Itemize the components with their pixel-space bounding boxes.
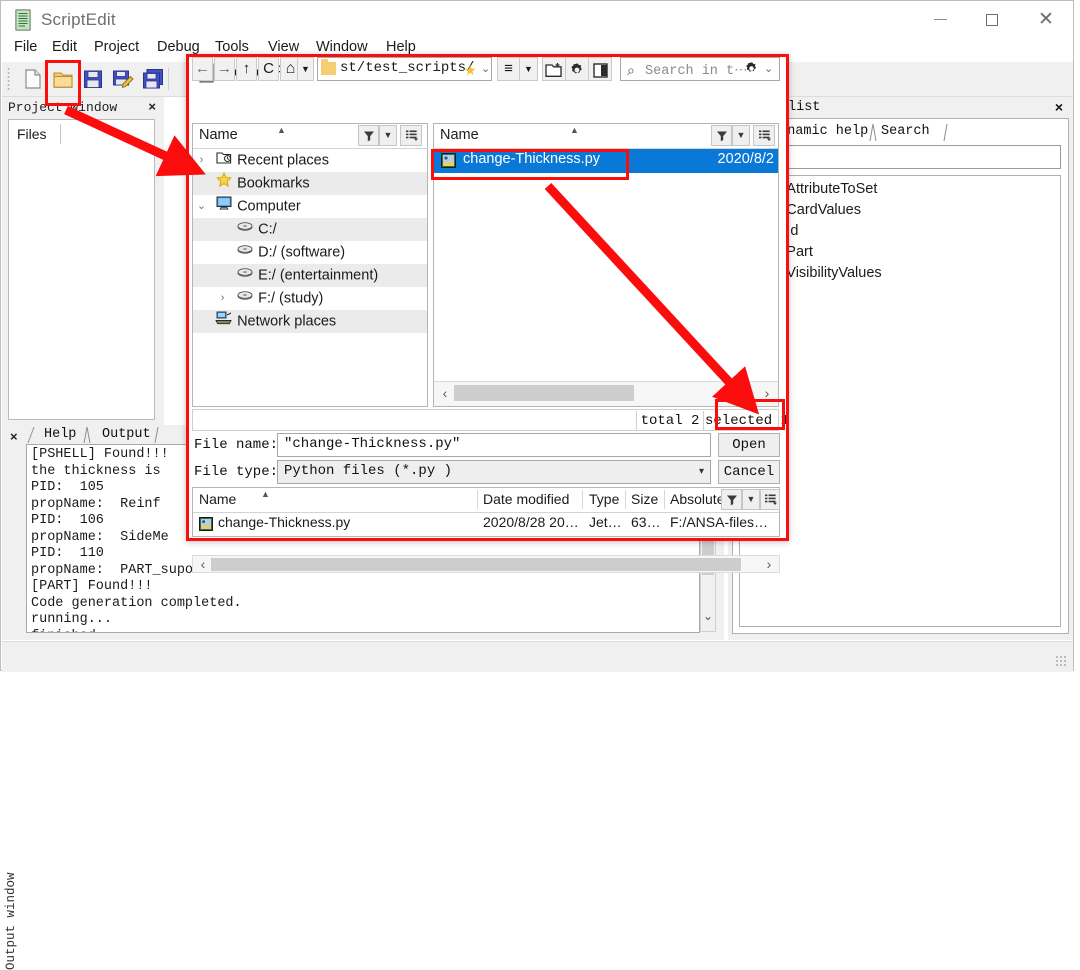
project-window-dock: Project window × Files (2, 97, 164, 428)
annotation-box-open-button (715, 399, 785, 430)
app-title: ScriptEdit (41, 10, 116, 29)
menu-window[interactable]: Window (316, 39, 368, 55)
toolbar-grip[interactable] (7, 67, 10, 91)
maximize-icon (986, 13, 998, 26)
project-files-tree[interactable]: Files (8, 119, 155, 420)
minimize-icon (933, 19, 947, 21)
scrollbar-thumb[interactable] (211, 558, 741, 571)
tab-output[interactable]: Output (93, 425, 160, 444)
status-bar (2, 641, 1073, 672)
resize-grip[interactable] (1055, 655, 1067, 667)
output-window-vertical-label: Output window (4, 872, 18, 970)
tab-search[interactable]: Search (881, 122, 930, 141)
column-divider (60, 124, 61, 144)
menu-file[interactable]: File (14, 39, 37, 55)
title-bar: ScriptEdit ✕ (1, 1, 1073, 39)
save-all-icon[interactable] (142, 68, 164, 90)
window-minimize-button[interactable] (919, 7, 961, 33)
api-list-close-button[interactable]: × (1055, 99, 1063, 115)
annotation-box-open-toolbar-button (45, 60, 81, 106)
script-document-icon (15, 9, 31, 31)
annotation-box-selected-file (431, 149, 629, 180)
window-maximize-button[interactable] (971, 7, 1013, 33)
window-close-button[interactable]: ✕ (1025, 7, 1067, 33)
scroll-left-icon[interactable]: ‹ (194, 556, 212, 572)
annotation-box-dialog (186, 54, 789, 541)
scroll-right-icon[interactable]: › (760, 556, 778, 572)
menu-edit[interactable]: Edit (52, 39, 77, 55)
tab-edge-right (154, 426, 159, 444)
save-as-icon[interactable] (112, 68, 134, 90)
menu-help[interactable]: Help (386, 39, 416, 55)
menu-project[interactable]: Project (94, 39, 139, 55)
new-file-icon[interactable] (22, 68, 44, 90)
menu-view[interactable]: View (268, 39, 299, 55)
toolbar-separator (168, 68, 169, 90)
menu-tools[interactable]: Tools (215, 39, 249, 55)
scroll-down-icon[interactable]: ⌄ (701, 606, 715, 626)
project-files-column-header: Files (17, 126, 47, 142)
tab-edge-right (943, 123, 948, 142)
tab-help[interactable]: Help (35, 425, 85, 444)
api-list-title: list (788, 100, 821, 115)
project-window-close-button[interactable]: × (148, 99, 156, 114)
tab-edge-mid (83, 426, 91, 444)
save-icon[interactable] (82, 68, 104, 90)
tab-edge-mid-2 (869, 123, 877, 142)
menu-debug[interactable]: Debug (157, 39, 200, 55)
table-horizontal-scrollbar[interactable]: ‹ › (192, 555, 780, 573)
output-dock-close-button[interactable]: × (10, 429, 18, 444)
